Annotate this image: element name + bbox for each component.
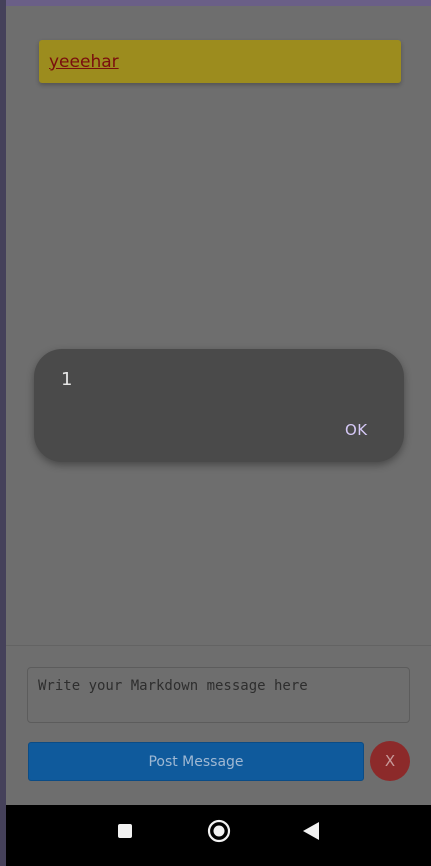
post-message-button[interactable]: Post Message xyxy=(28,742,364,781)
dialog-ok-button[interactable]: OK xyxy=(345,421,368,439)
recents-square-icon[interactable] xyxy=(118,824,132,838)
message-card: yeeehar xyxy=(39,40,401,83)
dialog-message: 1 xyxy=(61,369,73,390)
app-screen: yeeehar 1 OK Post Message X xyxy=(6,0,431,866)
screen-frame: yeeehar 1 OK Post Message X xyxy=(0,0,431,866)
compose-divider xyxy=(6,645,431,646)
back-triangle-icon[interactable] xyxy=(302,821,320,841)
app-top-bar xyxy=(6,0,431,6)
home-circle-icon[interactable] xyxy=(207,819,231,843)
close-button[interactable]: X xyxy=(370,741,410,781)
message-input[interactable] xyxy=(27,667,410,723)
alert-dialog: 1 OK xyxy=(34,349,404,462)
system-nav-bar xyxy=(6,805,431,866)
message-link[interactable]: yeeehar xyxy=(49,52,119,72)
